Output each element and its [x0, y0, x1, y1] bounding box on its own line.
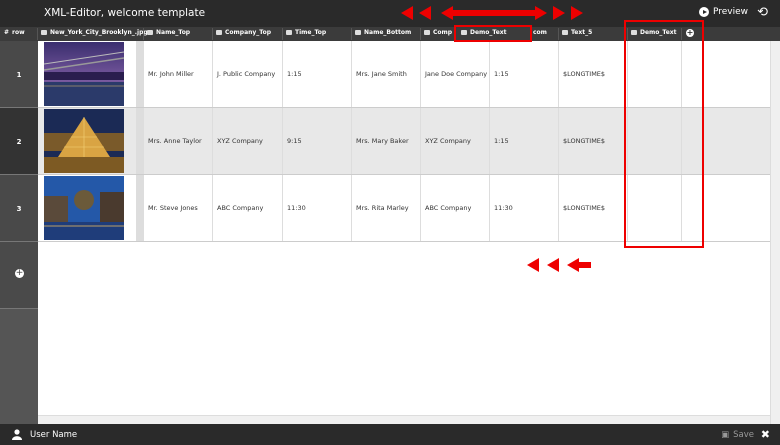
column-header-row-number[interactable]: # row — [4, 29, 25, 36]
text-icon — [286, 30, 292, 35]
column-header-time-bottom[interactable]: com — [533, 29, 547, 36]
reload-icon[interactable]: ⟲ — [757, 5, 768, 20]
cell-company-top[interactable]: XYZ Company — [213, 108, 283, 174]
save-button[interactable]: ▣ Save — [721, 430, 754, 440]
cell-name-top[interactable]: Mr. John Miller — [144, 41, 213, 107]
play-icon — [698, 7, 709, 17]
row-number-strip: 1 2 3 + — [0, 41, 38, 424]
cell-name-bottom[interactable]: Mrs. Rita Marley — [352, 175, 421, 241]
status-bar: User Name ▣ Save ✖ — [0, 424, 780, 445]
column-divider — [143, 28, 144, 40]
text-icon — [216, 30, 222, 35]
cell-company-bottom[interactable]: Jane Doe Company — [421, 41, 490, 107]
column-divider — [351, 28, 352, 40]
cell-time-top[interactable]: 1:15 — [283, 41, 352, 107]
column-divider — [37, 28, 38, 40]
hash-icon: # — [4, 29, 10, 36]
column-divider — [420, 28, 421, 40]
text-icon — [562, 30, 568, 35]
cell-time-bottom[interactable]: 11:30 — [490, 175, 559, 241]
image-cell-border — [136, 108, 144, 174]
cell-text-5[interactable]: $LONGTIME$ — [559, 108, 628, 174]
add-row-button[interactable]: + — [0, 242, 38, 309]
thumbnail-amsterdam-canal[interactable] — [44, 176, 124, 240]
cell-name-bottom[interactable]: Mrs. Mary Baker — [352, 108, 421, 174]
vertical-scrollbar[interactable] — [770, 41, 780, 424]
cell-company-top[interactable]: J. Public Company — [213, 41, 283, 107]
image-icon — [41, 30, 47, 35]
column-header-company-bottom[interactable]: Comp — [424, 29, 452, 36]
cell-name-top[interactable]: Mr. Steve Jones — [144, 175, 213, 241]
plus-icon: + — [15, 268, 24, 278]
preview-label: Preview — [712, 7, 748, 17]
text-icon — [424, 30, 430, 35]
column-header-image[interactable]: New_York_City_Brooklyn_.jpg — [41, 29, 148, 36]
image-cell-border — [136, 41, 144, 107]
row-handle[interactable]: 1 — [0, 41, 38, 108]
column-divider — [282, 28, 283, 40]
cell-company-bottom[interactable]: ABC Company — [421, 175, 490, 241]
annotation-arrows-bottom — [527, 258, 591, 272]
thumbnail-brooklyn-bridge[interactable] — [43, 42, 125, 106]
annotation-box-dragged-column — [454, 25, 532, 42]
close-icon[interactable]: ✖ — [761, 428, 770, 441]
column-header-text-5[interactable]: Text_5 — [562, 29, 592, 36]
row-handle[interactable]: 3 — [0, 175, 38, 242]
column-divider — [558, 28, 559, 40]
image-cell-border — [136, 175, 144, 241]
thumbnail-louvre-pyramid[interactable] — [44, 109, 124, 173]
cell-text-5[interactable]: $LONGTIME$ — [559, 41, 628, 107]
cell-text-5[interactable]: $LONGTIME$ — [559, 175, 628, 241]
cell-time-bottom[interactable]: 1:15 — [490, 41, 559, 107]
column-header-name-bottom[interactable]: Name_Bottom — [355, 29, 411, 36]
text-icon — [147, 30, 153, 35]
cell-time-top[interactable]: 9:15 — [283, 108, 352, 174]
cell-name-top[interactable]: Mrs. Anne Taylor — [144, 108, 213, 174]
floppy-icon: ▣ — [721, 430, 730, 440]
row-handle[interactable]: 2 — [0, 108, 38, 175]
column-header-name-top[interactable]: Name_Top — [147, 29, 190, 36]
preview-button[interactable]: Preview — [698, 7, 748, 17]
app-title: XML-Editor, welcome template — [44, 7, 206, 19]
username[interactable]: User Name — [30, 430, 77, 440]
column-divider — [212, 28, 213, 40]
user-icon — [12, 429, 22, 440]
cell-time-bottom[interactable]: 1:15 — [490, 108, 559, 174]
text-icon — [355, 30, 361, 35]
annotation-arrows-top — [401, 6, 583, 20]
cell-time-top[interactable]: 11:30 — [283, 175, 352, 241]
column-header-company-top[interactable]: Company_Top — [216, 29, 271, 36]
cell-company-bottom[interactable]: XYZ Company — [421, 108, 490, 174]
cell-name-bottom[interactable]: Mrs. Jane Smith — [352, 41, 421, 107]
cell-company-top[interactable]: ABC Company — [213, 175, 283, 241]
annotation-box-target-column — [624, 20, 704, 248]
column-header-time-top[interactable]: Time_Top — [286, 29, 326, 36]
